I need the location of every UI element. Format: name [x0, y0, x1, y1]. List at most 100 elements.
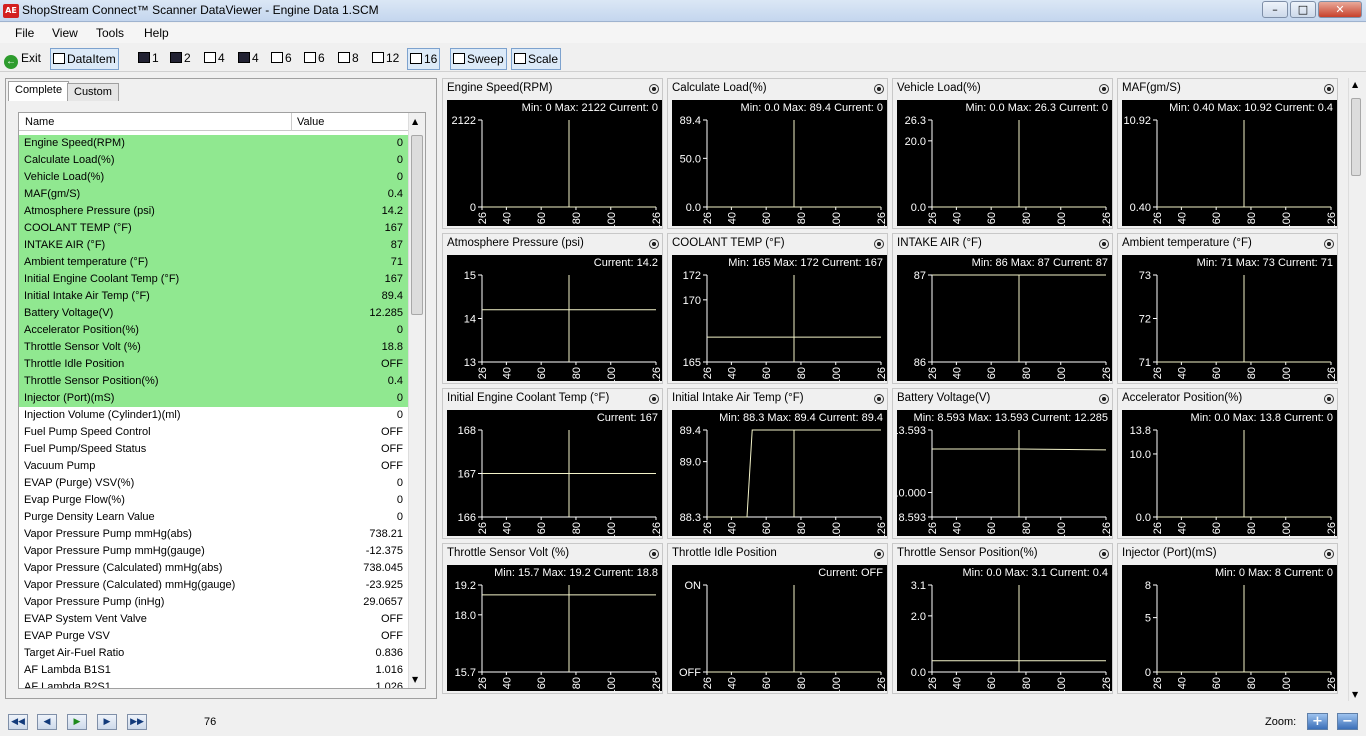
- graph-panel[interactable]: Throttle Sensor Position(%) 3.1 2.0 0.0 26 40…: [892, 543, 1113, 694]
- graph-panel[interactable]: Initial Engine Coolant Temp (°F) 168 167 16…: [442, 388, 663, 539]
- list-item[interactable]: Injector (Port)(mS) 0: [19, 390, 409, 407]
- zoom-out-button[interactable]: −: [1337, 713, 1358, 730]
- prev-frame-button[interactable]: ◀: [37, 714, 57, 730]
- list-item[interactable]: Fuel Pump/Speed Status OFF: [19, 441, 409, 458]
- list-item[interactable]: Throttle Sensor Volt (%) 18.8: [19, 339, 409, 356]
- graph-panel[interactable]: Throttle Sensor Volt (%) 19.2 18.0 15.7 26 40…: [442, 543, 663, 694]
- list-item[interactable]: EVAP Purge VSV OFF: [19, 628, 409, 645]
- layout-6-button[interactable]: 6: [269, 48, 294, 70]
- column-divider[interactable]: [291, 113, 292, 131]
- list-item[interactable]: AF Lambda B1S1 1.016: [19, 662, 409, 679]
- scroll-down-icon[interactable]: ▼: [1352, 690, 1358, 699]
- graph-select-icon[interactable]: [649, 549, 659, 559]
- play-button[interactable]: ▶: [67, 714, 87, 730]
- list-item[interactable]: Fuel Pump Speed Control OFF: [19, 424, 409, 441]
- dataitem-button[interactable]: DataItem: [50, 48, 119, 70]
- graph-panel[interactable]: Calculate Load(%) 89.4 50.0 0.0 26 40 60 80 100 1…: [667, 78, 888, 229]
- layout-8-button[interactable]: 8: [336, 48, 361, 70]
- tab-custom[interactable]: Custom: [67, 83, 119, 101]
- zoom-in-button[interactable]: +: [1307, 713, 1328, 730]
- list-item[interactable]: Initial Intake Air Temp (°F) 89.4: [19, 288, 409, 305]
- tab-complete[interactable]: Complete: [8, 81, 70, 101]
- graph-panel[interactable]: COOLANT TEMP (°F) 172 170 165 26 40 60 80 100 126…: [667, 233, 888, 384]
- graph-panel[interactable]: Injector (Port)(mS) 8 5 0 26 40 60 80 100 126 Min:…: [1117, 543, 1338, 694]
- minimize-button[interactable]: –: [1262, 1, 1288, 18]
- list-item[interactable]: INTAKE AIR (°F) 87: [19, 237, 409, 254]
- last-frame-button[interactable]: ▶▶: [127, 714, 147, 730]
- graph-panel[interactable]: Engine Speed(RPM) 2122 0 26 40 60 80 100 126 Min:…: [442, 78, 663, 229]
- maximize-button[interactable]: □: [1290, 1, 1316, 18]
- list-item[interactable]: Battery Voltage(V) 12.285: [19, 305, 409, 322]
- graph-panel[interactable]: MAF(gm/S) 10.92 0.40 26 40 60 80 100 126 Min: 0.4…: [1117, 78, 1338, 229]
- layout-2-button[interactable]: 2: [168, 48, 193, 70]
- list-item[interactable]: Engine Speed(RPM) 0: [19, 135, 409, 152]
- graph-select-icon[interactable]: [1099, 394, 1109, 404]
- list-item[interactable]: Vehicle Load(%) 0: [19, 169, 409, 186]
- column-header-value[interactable]: Value: [297, 116, 324, 128]
- list-item[interactable]: Calculate Load(%) 0: [19, 152, 409, 169]
- graph-panel[interactable]: Vehicle Load(%) 26.3 20.0 0.0 26 40 60 80 100 126…: [892, 78, 1113, 229]
- graph-select-icon[interactable]: [1324, 394, 1334, 404]
- graph-select-icon[interactable]: [1324, 239, 1334, 249]
- layout-4b-button[interactable]: 4: [236, 48, 261, 70]
- list-item[interactable]: EVAP System Vent Valve OFF: [19, 611, 409, 628]
- list-item[interactable]: EVAP (Purge) VSV(%) 0: [19, 475, 409, 492]
- list-item[interactable]: Throttle Sensor Position(%) 0.4: [19, 373, 409, 390]
- list-item[interactable]: Injection Volume (Cylinder1)(ml) 0: [19, 407, 409, 424]
- graph-select-icon[interactable]: [874, 84, 884, 94]
- graph-select-icon[interactable]: [874, 549, 884, 559]
- list-item[interactable]: Vapor Pressure Pump mmHg(gauge) -12.375: [19, 543, 409, 560]
- list-item[interactable]: Vapor Pressure Pump mmHg(abs) 738.21: [19, 526, 409, 543]
- graph-select-icon[interactable]: [874, 394, 884, 404]
- graph-select-icon[interactable]: [649, 84, 659, 94]
- graph-panel[interactable]: Ambient temperature (°F) 73 72 71 26 40 60 80 10…: [1117, 233, 1338, 384]
- graph-panel[interactable]: Battery Voltage(V) 13.593 10.000 8.59326 40 6…: [892, 388, 1113, 539]
- layout-12-button[interactable]: 12: [370, 48, 401, 70]
- grid-scroll-thumb[interactable]: [1351, 98, 1361, 176]
- menu-help[interactable]: Help: [144, 26, 169, 40]
- list-item[interactable]: Vapor Pressure (Calculated) mmHg(abs) 738…: [19, 560, 409, 577]
- first-frame-button[interactable]: ◀◀: [8, 714, 28, 730]
- exit-button[interactable]: ← Exit: [2, 48, 43, 70]
- menu-file[interactable]: File: [15, 26, 34, 40]
- graph-panel[interactable]: INTAKE AIR (°F) 87 86 26 40 60 80 100 126 Min: 86…: [892, 233, 1113, 384]
- graph-select-icon[interactable]: [649, 394, 659, 404]
- graph-select-icon[interactable]: [1099, 84, 1109, 94]
- list-item[interactable]: Target Air-Fuel Ratio 0.836: [19, 645, 409, 662]
- list-item[interactable]: Vapor Pressure Pump (inHg) 29.0657: [19, 594, 409, 611]
- list-item[interactable]: COOLANT TEMP (°F) 167: [19, 220, 409, 237]
- graph-select-icon[interactable]: [1324, 549, 1334, 559]
- list-scrollbar[interactable]: ▲ ▼: [408, 113, 425, 688]
- column-header-name[interactable]: Name: [25, 116, 54, 128]
- menu-view[interactable]: View: [52, 26, 78, 40]
- graph-select-icon[interactable]: [1099, 239, 1109, 249]
- list-item[interactable]: Vapor Pressure (Calculated) mmHg(gauge) -…: [19, 577, 409, 594]
- scroll-up-icon[interactable]: ▲: [412, 117, 418, 126]
- list-item[interactable]: Accelerator Position(%) 0: [19, 322, 409, 339]
- list-item[interactable]: Throttle Idle Position OFF: [19, 356, 409, 373]
- graph-panel[interactable]: Atmosphere Pressure (psi) 15 14 13 26 40 60 80 1…: [442, 233, 663, 384]
- graph-panel[interactable]: Initial Intake Air Temp (°F) 89.4 89.0 88.3…: [667, 388, 888, 539]
- graph-select-icon[interactable]: [874, 239, 884, 249]
- list-item[interactable]: AF Lambda B2S1 1.026: [19, 679, 409, 688]
- graph-panel[interactable]: Accelerator Position(%) 13.8 10.0 0.0 26 40 60…: [1117, 388, 1338, 539]
- graph-select-icon[interactable]: [1324, 84, 1334, 94]
- menu-tools[interactable]: Tools: [96, 26, 124, 40]
- graph-select-icon[interactable]: [649, 239, 659, 249]
- layout-6b-button[interactable]: 6: [302, 48, 327, 70]
- list-item[interactable]: Ambient temperature (°F) 71: [19, 254, 409, 271]
- layout-1-button[interactable]: 1: [136, 48, 161, 70]
- list-item[interactable]: Initial Engine Coolant Temp (°F) 167: [19, 271, 409, 288]
- list-item[interactable]: Vacuum Pump OFF: [19, 458, 409, 475]
- list-item[interactable]: MAF(gm/S) 0.4: [19, 186, 409, 203]
- layout-4-button[interactable]: 4: [202, 48, 227, 70]
- scroll-up-icon[interactable]: ▲: [1352, 80, 1358, 89]
- graph-select-icon[interactable]: [1099, 549, 1109, 559]
- list-item[interactable]: Evap Purge Flow(%) 0: [19, 492, 409, 509]
- scale-button[interactable]: Scale: [511, 48, 562, 70]
- close-button[interactable]: ✕: [1318, 1, 1362, 18]
- list-item[interactable]: Atmosphere Pressure (psi) 14.2: [19, 203, 409, 220]
- next-frame-button[interactable]: ▶: [97, 714, 117, 730]
- scroll-down-icon[interactable]: ▼: [412, 675, 418, 684]
- graph-panel[interactable]: Throttle Idle Position ON OFF 26 40 60 80 100 12…: [667, 543, 888, 694]
